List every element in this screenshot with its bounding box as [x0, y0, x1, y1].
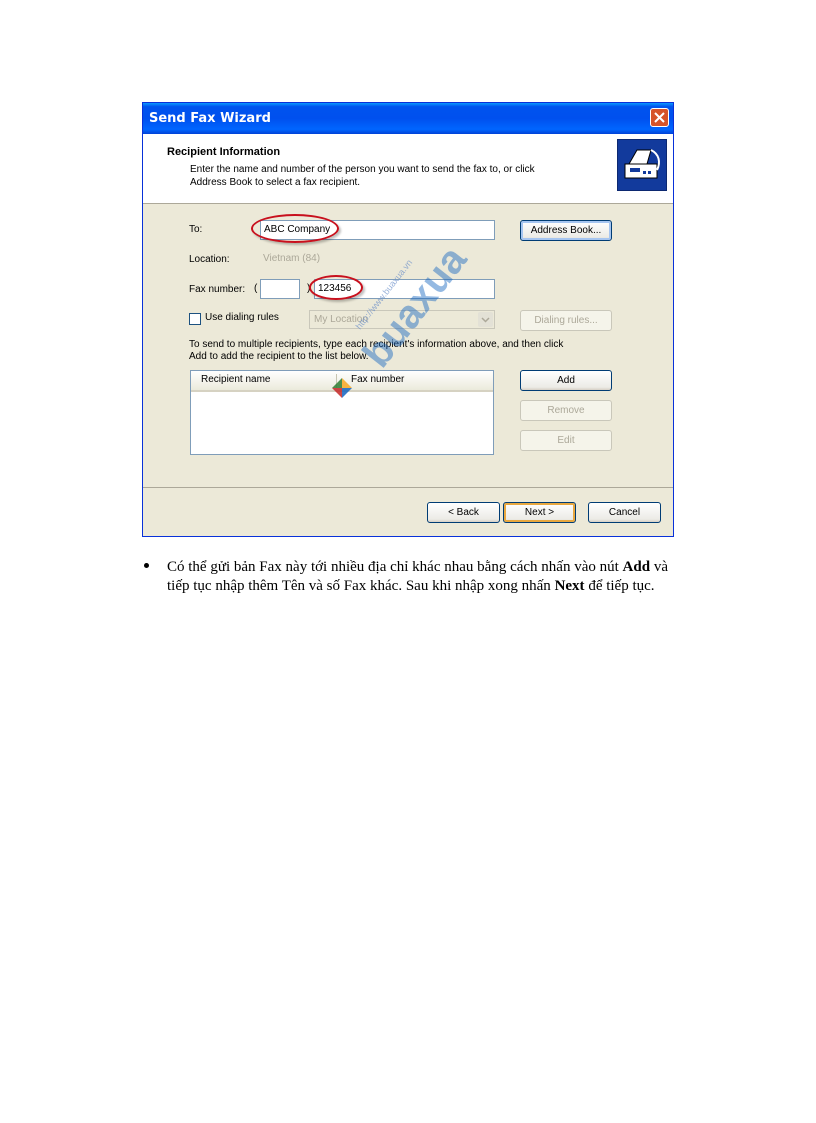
address-book-button[interactable]: Address Book... [520, 220, 612, 241]
title-bar[interactable]: Send Fax Wizard [143, 103, 673, 134]
dialing-rules-checkbox[interactable] [189, 313, 201, 325]
next-button[interactable]: Next > [503, 502, 576, 523]
edit-button[interactable]: Edit [520, 430, 612, 451]
bullet-icon [144, 563, 149, 568]
dialing-location-value: My Location [314, 314, 368, 325]
dialing-rules-button[interactable]: Dialing rules... [520, 310, 612, 331]
close-button[interactable] [650, 108, 669, 127]
fax-highlight-ellipse [309, 275, 363, 300]
column-divider [336, 374, 337, 388]
footer-divider [143, 487, 673, 488]
multiple-recipients-instructions: To send to multiple recipients, type eac… [189, 339, 564, 362]
close-icon [654, 112, 665, 123]
location-value: Vietnam (84) [260, 250, 495, 270]
header-subtitle: Enter the name and number of the person … [190, 164, 535, 188]
para-bold-next: Next [554, 578, 585, 594]
recipient-list[interactable]: Recipient name Fax number [190, 370, 494, 455]
back-button[interactable]: < Back [427, 502, 500, 523]
add-button[interactable]: Add [520, 370, 612, 391]
para-part-3: để tiếp tục. [584, 578, 655, 594]
to-highlight-ellipse [251, 214, 339, 243]
chevron-down-icon [478, 312, 493, 327]
remove-button[interactable]: Remove [520, 400, 612, 421]
window-title: Send Fax Wizard [149, 111, 271, 126]
column-fax-number[interactable]: Fax number [351, 374, 404, 385]
fax-number-label: Fax number: [189, 284, 246, 295]
cancel-button[interactable]: Cancel [588, 502, 661, 523]
para-bold-add: Add [622, 559, 651, 575]
to-label: To: [189, 224, 203, 235]
fax-machine-icon [617, 139, 667, 191]
send-fax-wizard-window: Send Fax Wizard Recipient Information En… [142, 102, 674, 537]
location-label: Location: [189, 254, 230, 265]
fax-area-code-input[interactable] [260, 279, 300, 299]
column-recipient-name[interactable]: Recipient name [201, 374, 270, 385]
recipient-list-header: Recipient name Fax number [191, 371, 493, 392]
wizard-header: Recipient Information Enter the name and… [143, 134, 673, 204]
fax-paren-open: ( [254, 283, 258, 294]
para-part-1: Có thể gửi bản Fax này tới nhiều địa chỉ… [167, 559, 623, 575]
dialing-rules-label: Use dialing rules [205, 312, 279, 323]
header-title: Recipient Information [167, 146, 281, 158]
dialing-location-select[interactable]: My Location [309, 310, 495, 329]
paragraph-text: Có thể gửi bản Fax này tới nhiều địa chỉ… [167, 558, 687, 596]
